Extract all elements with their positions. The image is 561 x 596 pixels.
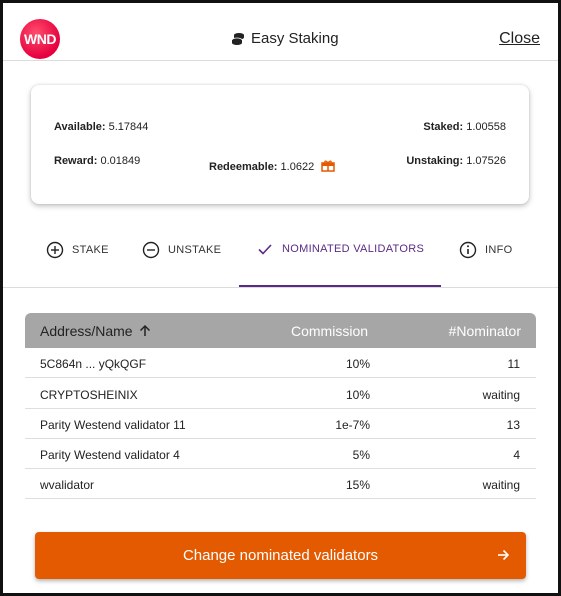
minus-circle-icon — [142, 241, 160, 258]
column-header-nominator[interactable]: #Nominator — [449, 323, 521, 339]
column-header-address[interactable]: Address/Name — [40, 323, 151, 339]
coins-icon — [231, 32, 244, 45]
validator-commission: 1e-7% — [335, 418, 370, 432]
validator-commission: 15% — [345, 478, 370, 492]
tab-info[interactable]: INFO — [459, 220, 512, 287]
available-value: 5.17844 — [108, 121, 149, 133]
validator-commission: 5% — [352, 448, 370, 462]
arrow-right-icon — [498, 549, 510, 561]
validator-nominator: waiting — [482, 478, 520, 492]
tab-nominated-validators-label: NOMINATED VALIDATORS — [282, 242, 425, 255]
validators-table-header: Address/Name Commission #Nominator — [25, 313, 536, 348]
validator-address: CRYPTOSHEINIX — [40, 388, 138, 402]
tab-stake-label: STAKE — [72, 243, 109, 256]
staked-stat: Staked: 1.00558 — [423, 121, 506, 133]
tab-nominated-validators[interactable]: NOMINATED VALIDATORS — [239, 220, 441, 287]
validator-address: Parity Westend validator 11 — [40, 418, 186, 432]
plus-circle-icon — [46, 241, 64, 258]
gift-icon[interactable] — [321, 159, 336, 172]
available-stat: Available: 5.17844 — [54, 121, 148, 133]
change-nominated-validators-button[interactable]: Change nominated validators — [35, 532, 526, 579]
staking-summary-card: Available: 5.17844 Staked: 1.00558 Rewar… — [31, 85, 529, 204]
tab-unstake-label: UNSTAKE — [168, 243, 222, 256]
close-link[interactable]: Close — [499, 30, 540, 48]
column-header-address-label: Address/Name — [40, 323, 133, 339]
unstaking-stat: Unstaking: 1.07526 — [406, 155, 506, 167]
arrow-up-icon — [140, 324, 151, 336]
check-icon — [258, 243, 272, 255]
title-group: Easy Staking — [231, 30, 339, 47]
validator-nominator: waiting — [482, 388, 520, 402]
validator-address: Parity Westend validator 4 — [40, 448, 180, 462]
staked-label: Staked: — [423, 121, 464, 133]
redeemable-value: 1.0622 — [280, 161, 315, 173]
staked-value: 1.00558 — [466, 121, 506, 133]
table-row[interactable]: Parity Westend validator 4 5% 4 — [25, 439, 536, 469]
reward-label: Reward: — [54, 155, 98, 167]
validator-address: 5C864n ... yQkQGF — [40, 357, 147, 371]
reward-stat: Reward: 0.01849 — [54, 155, 140, 167]
tab-info-label: INFO — [485, 243, 513, 256]
validator-commission: 10% — [345, 357, 370, 371]
table-row[interactable]: Parity Westend validator 11 1e-7% 13 — [25, 409, 536, 439]
validator-address: wvalidator — [40, 478, 95, 492]
column-header-commission[interactable]: Commission — [291, 323, 368, 339]
validator-nominator: 4 — [513, 448, 520, 462]
redeemable-label: Redeemable: — [209, 161, 278, 173]
table-row[interactable]: wvalidator 15% waiting — [25, 469, 536, 499]
reward-value: 0.01849 — [100, 155, 141, 167]
validator-commission: 10% — [345, 388, 370, 402]
unstaking-value: 1.07526 — [466, 155, 506, 167]
table-row[interactable]: 5C864n ... yQkQGF 10% 11 — [25, 348, 536, 378]
header: WND Easy Staking Close — [3, 3, 558, 61]
table-row[interactable]: CRYPTOSHEINIX 10% waiting — [25, 379, 536, 409]
tab-stake[interactable]: STAKE — [46, 220, 109, 287]
validator-nominator: 11 — [507, 357, 520, 371]
page-title: Easy Staking — [251, 30, 339, 47]
tab-bar: STAKE UNSTAKE NOMINATED VALIDATORS INFO — [3, 220, 558, 288]
validator-nominator: 13 — [506, 418, 520, 432]
available-label: Available: — [54, 121, 106, 133]
tab-unstake[interactable]: UNSTAKE — [142, 220, 221, 287]
info-circle-icon — [459, 241, 477, 258]
redeemable-stat: Redeemable: 1.0622 — [209, 159, 336, 173]
wnd-logo: WND — [20, 19, 60, 59]
change-nominated-validators-label: Change nominated validators — [182, 547, 379, 564]
unstaking-label: Unstaking: — [406, 155, 464, 167]
